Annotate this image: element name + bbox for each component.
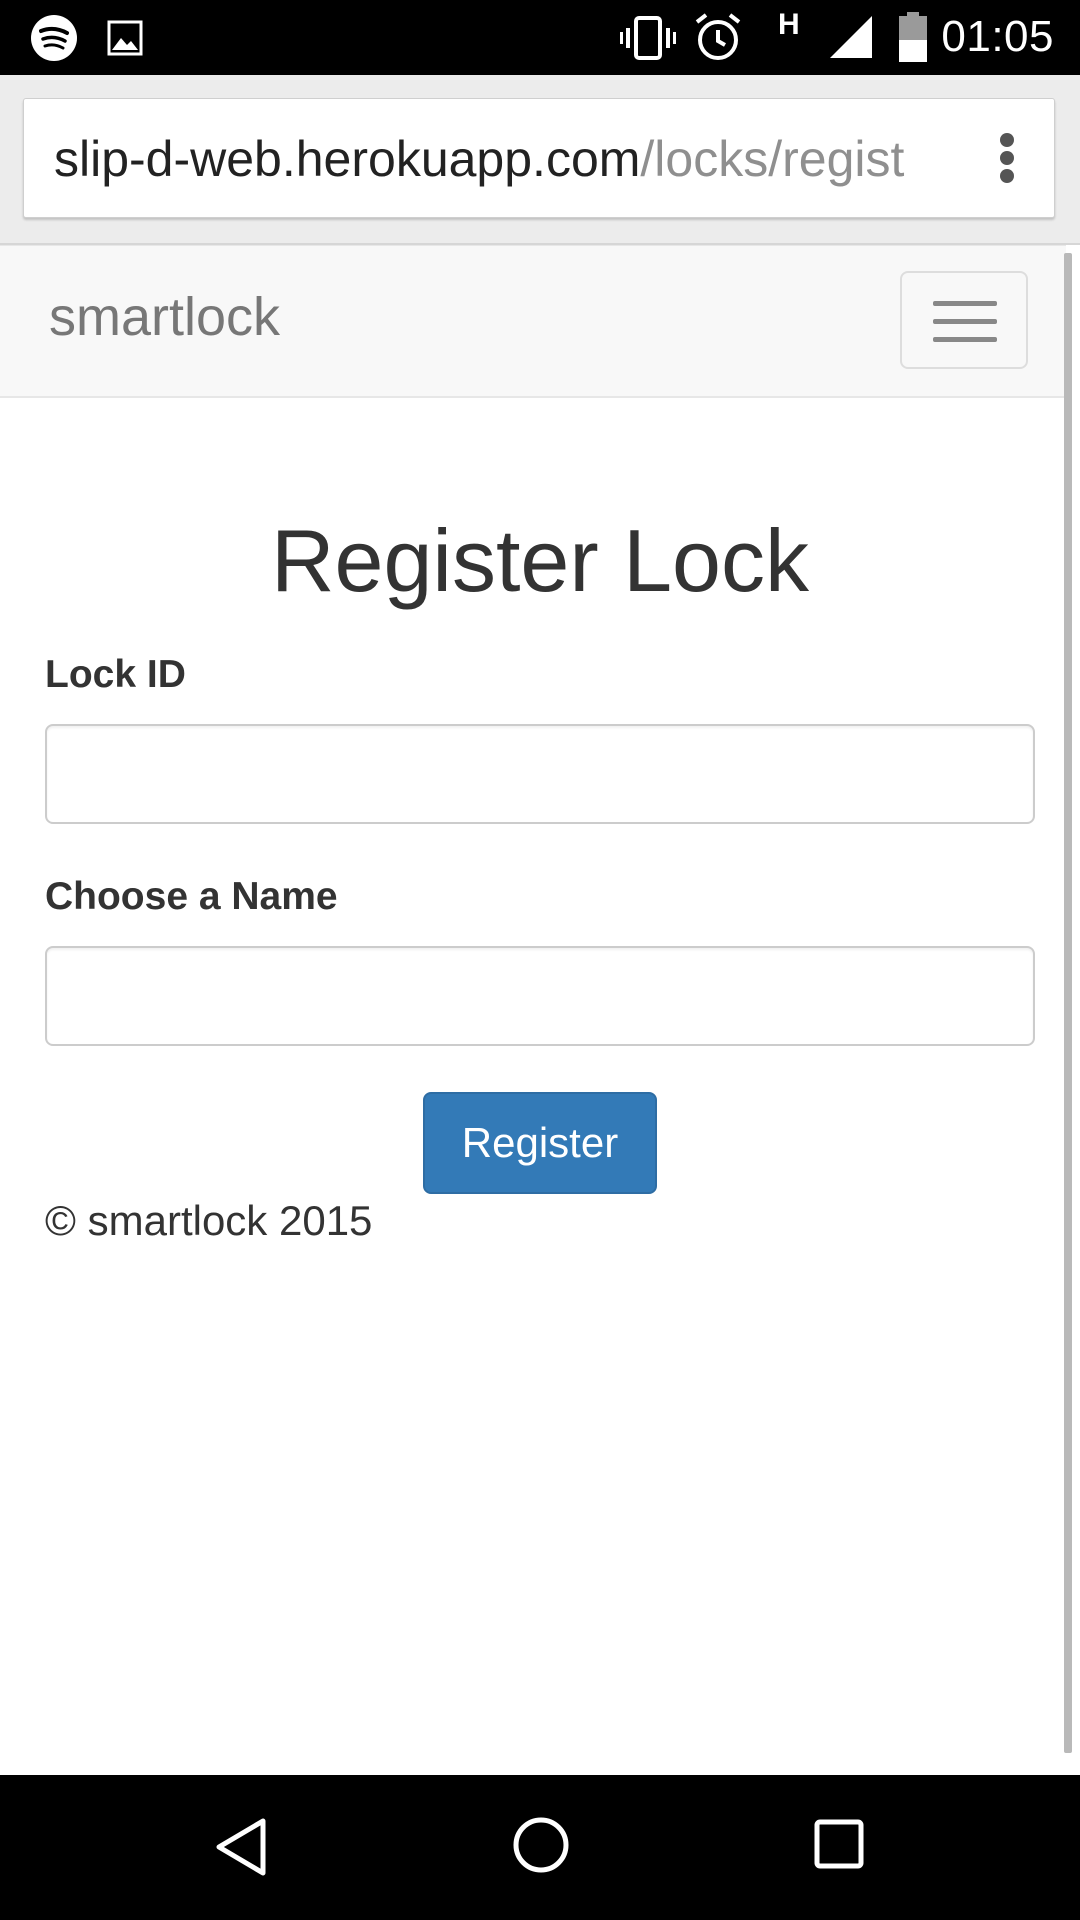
recents-icon[interactable] [814, 1819, 864, 1869]
home-icon[interactable] [512, 1816, 570, 1874]
more-vert-icon[interactable] [1000, 133, 1014, 183]
page-title: Register Lock [270, 511, 809, 610]
url-path: /locks/regist [640, 131, 905, 187]
register-button[interactable]: Register [423, 1092, 657, 1194]
name-label: Choose a Name [45, 875, 338, 918]
web-page: smartlock Register Lock Lock ID Choose a… [0, 245, 1080, 1775]
status-bar: H 01:05 [0, 0, 1080, 75]
browser-toolbar: slip-d-web.herokuapp.com/locks/regist [0, 75, 1080, 245]
signal-icon [830, 16, 872, 58]
lock-id-label: Lock ID [45, 653, 186, 696]
site-navbar: smartlock [0, 245, 1066, 398]
image-icon [107, 20, 143, 56]
alarm-icon [695, 13, 741, 60]
name-input[interactable] [45, 946, 1035, 1046]
back-icon[interactable] [213, 1816, 269, 1878]
brand-link[interactable]: smartlock [49, 286, 280, 348]
url-text[interactable]: slip-d-web.herokuapp.com/locks/regist [54, 131, 974, 187]
battery-icon [899, 12, 927, 62]
page-scrollbar[interactable] [1064, 253, 1072, 1753]
footer-copyright: © smartlock 2015 [45, 1197, 373, 1244]
lock-id-input[interactable] [45, 724, 1035, 824]
navbar-toggle-button[interactable] [900, 271, 1028, 369]
network-h-icon: H [778, 8, 800, 41]
url-host: slip-d-web.herokuapp.com [54, 131, 641, 187]
status-time: 01:05 [941, 12, 1054, 61]
android-nav-bar [0, 1775, 1080, 1920]
vibrate-icon [620, 16, 676, 60]
spotify-icon [31, 15, 77, 61]
url-bar[interactable]: slip-d-web.herokuapp.com/locks/regist [23, 98, 1055, 218]
